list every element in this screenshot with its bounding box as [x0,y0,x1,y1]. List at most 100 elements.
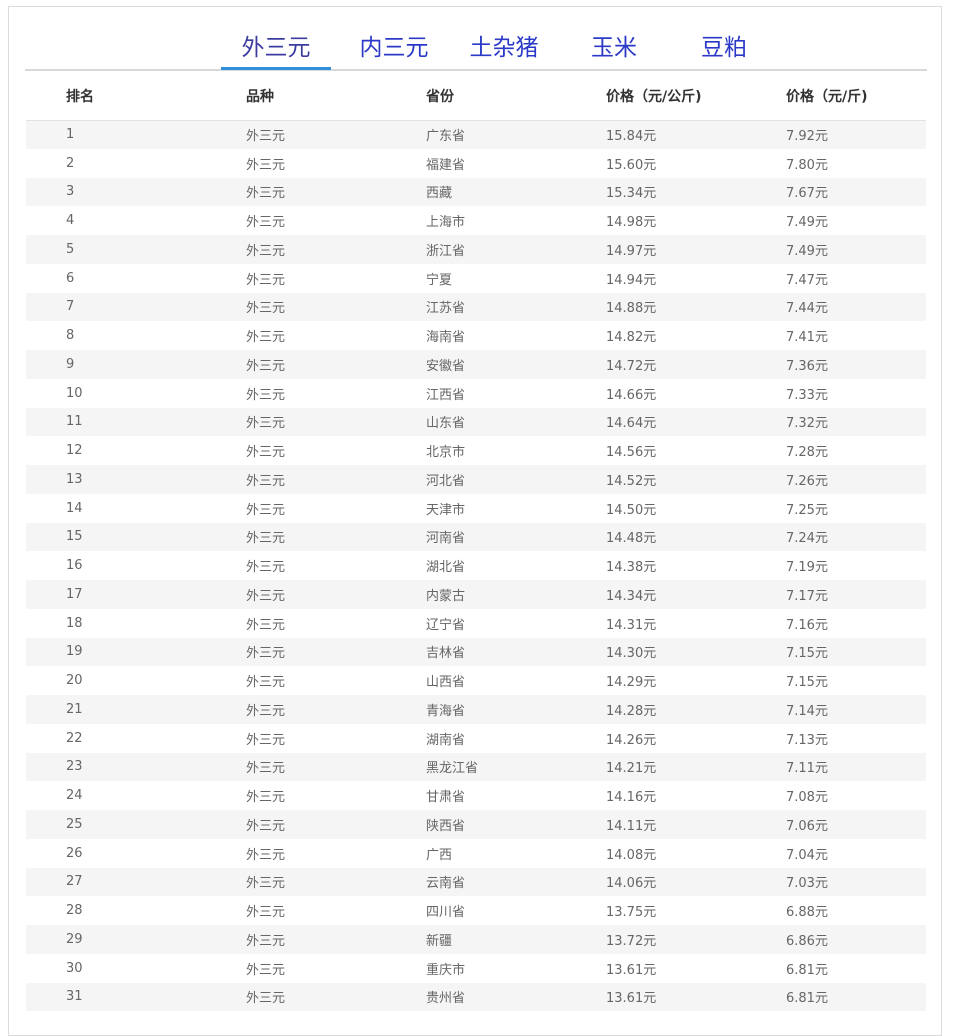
table-row: 2 外三元 福建省 15.60元 7.80元 [26,149,926,178]
cell-price-per-jin: 7.15元 [786,675,828,691]
table-row: 9 外三元 安徽省 14.72元 7.36元 [26,350,926,379]
cell-rank: 6 [66,270,75,286]
cell-rank: 11 [26,407,206,437]
cell-variety: 外三元 [246,157,286,173]
cell-province: 云南省 [386,867,566,897]
cell-variety: 外三元 [206,235,386,264]
cell-rank: 17 [26,580,206,609]
cell-rank: 29 [26,925,206,954]
tab-dou-po[interactable]: 豆粕 [671,31,777,69]
cell-price-per-jin: 6.81元 [786,962,828,978]
cell-province: 辽宁省 [426,617,466,633]
table-row: 24 外三元 甘肃省 14.16元 7.08元 [26,781,926,810]
cell-rank: 4 [66,213,75,229]
table-header-row: 排名 品种 省份 价格（元/公斤) 价格（元/斤) [26,73,926,121]
cell-variety: 外三元 [206,407,386,437]
cell-price-per-jin: 7.36元 [746,350,926,379]
cell-rank: 23 [26,752,206,782]
header-province: 省份 [386,73,566,121]
cell-rank: 18 [66,615,83,631]
table-row: 28 外三元 四川省 13.75元 6.88元 [26,896,926,925]
cell-price-per-kg: 14.08元 [606,847,657,863]
cell-price-per-jin: 7.25元 [786,502,828,518]
cell-province: 吉林省 [386,637,566,667]
table-row: 16 外三元 湖北省 14.38元 7.19元 [26,551,926,580]
cell-province: 黑龙江省 [386,752,566,782]
table-row: 15 外三元 河南省 14.48元 7.24元 [26,522,926,552]
cell-price-per-kg: 14.38元 [606,560,657,576]
cell-price-per-jin: 7.19元 [786,560,828,576]
table-row: 3 外三元 西藏 15.34元 7.67元 [26,177,926,207]
table-row: 18 外三元 辽宁省 14.31元 7.16元 [26,609,926,638]
table-row: 25 外三元 陕西省 14.11元 7.06元 [26,810,926,839]
cell-price-per-kg: 14.26元 [606,732,657,748]
table-row: 12 外三元 北京市 14.56元 7.28元 [26,436,926,465]
cell-price-per-kg: 14.66元 [606,387,657,403]
cell-province: 新疆 [386,925,566,954]
cell-rank: 15 [26,522,206,552]
cell-variety: 外三元 [206,292,386,322]
cell-variety: 外三元 [246,502,286,518]
tab-nei-san-yuan[interactable]: 内三元 [341,31,447,69]
header-price-per-kg: 价格（元/公斤) [566,73,746,121]
table-row: 1 外三元 广东省 15.84元 7.92元 [26,120,926,149]
cell-price-per-kg: 15.34元 [566,177,746,207]
cell-price-per-kg: 14.06元 [566,867,746,897]
cell-rank: 20 [66,673,83,689]
cell-rank: 8 [66,328,75,344]
table-row: 8 外三元 海南省 14.82元 7.41元 [26,321,926,350]
cell-rank: 1 [26,120,206,149]
cell-price-per-jin: 6.88元 [786,905,828,921]
cell-price-per-kg: 14.72元 [566,350,746,379]
header-price-per-jin: 价格（元/斤) [746,73,926,121]
cell-price-per-jin: 7.04元 [786,847,828,863]
cell-rank: 26 [66,845,83,861]
cell-rank: 28 [66,903,83,919]
cell-variety: 外三元 [206,465,386,494]
cell-province: 山西省 [426,675,466,691]
cell-variety: 外三元 [246,387,286,403]
tab-wai-san-yuan[interactable]: 外三元 [223,31,329,69]
tab-tu-za-zhu[interactable]: 土杂猪 [451,31,557,69]
cell-price-per-kg: 14.30元 [566,637,746,667]
cell-rank: 31 [26,982,206,1012]
cell-variety: 外三元 [246,330,286,346]
cell-price-per-jin: 7.06元 [746,810,926,839]
cell-province: 广东省 [386,120,566,149]
cell-price-per-jin: 7.33元 [786,387,828,403]
tab-yu-mi[interactable]: 玉米 [561,31,667,69]
cell-variety: 外三元 [206,982,386,1012]
cell-price-per-kg: 14.52元 [566,465,746,494]
cell-rank: 30 [66,960,83,976]
cell-province: 青海省 [386,695,566,724]
cell-variety: 外三元 [206,810,386,839]
cell-price-per-kg: 14.82元 [606,330,657,346]
cell-province: 海南省 [426,330,466,346]
table-row: 14 外三元 天津市 14.50元 7.25元 [26,494,926,523]
cell-variety: 外三元 [206,695,386,724]
cell-rank: 7 [26,292,206,322]
table-row: 17 外三元 内蒙古 14.34元 7.17元 [26,580,926,609]
cell-price-per-kg: 14.28元 [566,695,746,724]
table-row: 4 外三元 上海市 14.98元 7.49元 [26,206,926,235]
cell-price-per-kg: 13.75元 [606,905,657,921]
cell-price-per-jin: 7.80元 [786,157,828,173]
cell-price-per-jin: 7.08元 [786,790,828,806]
table-row: 21 外三元 青海省 14.28元 7.14元 [26,695,926,724]
cell-price-per-jin: 7.14元 [746,695,926,724]
cell-rank: 25 [26,810,206,839]
cell-province: 河北省 [386,465,566,494]
table-row: 5 外三元 浙江省 14.97元 7.49元 [26,235,926,264]
table-row: 27 外三元 云南省 14.06元 7.03元 [26,867,926,897]
table-row: 6 外三元 宁夏 14.94元 7.47元 [26,264,926,293]
cell-variety: 外三元 [246,905,286,921]
cell-rank: 10 [66,385,83,401]
cell-price-per-kg: 14.34元 [566,580,746,609]
cell-variety: 外三元 [246,215,286,231]
cell-province: 甘肃省 [426,790,466,806]
cell-variety: 外三元 [246,732,286,748]
cell-price-per-jin: 7.13元 [786,732,828,748]
cell-rank: 9 [26,350,206,379]
cell-province: 北京市 [426,445,466,461]
cell-rank: 24 [66,788,83,804]
